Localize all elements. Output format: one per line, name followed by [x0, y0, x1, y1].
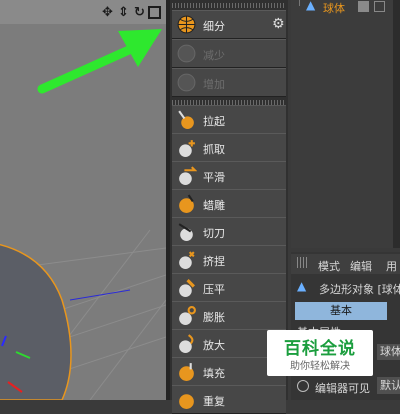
sphere-object: [0, 243, 72, 400]
tool-inflate[interactable]: 膨胀: [172, 301, 286, 330]
smooth-icon: [179, 166, 197, 185]
object-manager: ▲ 球体: [291, 0, 400, 248]
tool-label: 增加: [203, 78, 225, 91]
tool-label: 拉起: [203, 115, 225, 128]
attribute-title-row: ▲ 多边形对象 [球体: [291, 277, 400, 297]
tool-label: 蜡雕: [203, 199, 225, 212]
name-field[interactable]: 球体: [377, 344, 400, 360]
tool-label: 细分: [203, 20, 225, 33]
tool-label: 平滑: [203, 171, 225, 184]
menu-mode[interactable]: 模式: [318, 258, 340, 274]
tool-wax[interactable]: 蜡雕: [172, 189, 286, 218]
visibility-toggle[interactable]: [358, 1, 369, 12]
tool-smooth[interactable]: 平滑: [172, 161, 286, 190]
tool-label: 放大: [203, 339, 225, 352]
editor-visible-dropdown[interactable]: 默认: [377, 377, 400, 394]
menu-edit[interactable]: 编辑: [350, 258, 372, 274]
fill-icon: [179, 363, 194, 381]
knife-icon: [178, 223, 193, 241]
subdivide-icon: [177, 15, 196, 34]
tool-label: 抓取: [203, 143, 225, 156]
tool-increase[interactable]: 增加: [172, 68, 286, 97]
panel-grip[interactable]: [172, 3, 286, 8]
tool-flatten[interactable]: 压平: [172, 273, 286, 302]
tool-label: 填充: [203, 367, 225, 380]
tag-icon[interactable]: [374, 1, 385, 12]
grip-icon[interactable]: [297, 257, 308, 268]
watermark-title: 百科全说: [284, 339, 356, 359]
tool-grab[interactable]: 抓取: [172, 133, 286, 162]
attribute-menubar: 模式 编辑 用: [291, 254, 400, 274]
editor-visible-radio[interactable]: [297, 380, 309, 392]
object-name: 球体: [323, 2, 345, 15]
sphere-object-icon: ▲: [306, 0, 316, 12]
amplify-icon: [179, 334, 194, 353]
z-axis-line: [69, 289, 131, 301]
polygon-object-icon: ▲: [297, 279, 307, 293]
tree-line: [299, 0, 300, 6]
green-arrow-annotation: [37, 29, 162, 94]
object-scrollbar[interactable]: [393, 0, 400, 248]
wax-icon: [179, 194, 194, 213]
3d-viewport[interactable]: ✥ ⇕ ↻: [0, 0, 166, 400]
tool-label: 压平: [203, 283, 225, 296]
menu-user[interactable]: 用: [386, 258, 397, 274]
editor-visible-label: 编辑器可见: [315, 382, 370, 395]
pinch-icon: [179, 251, 195, 269]
increase-icon: [177, 73, 196, 92]
tool-label: 重复: [203, 395, 225, 408]
tool-label: 挤捏: [203, 255, 225, 268]
flatten-icon: [179, 279, 195, 297]
grab-icon: [179, 140, 195, 157]
tool-pinch[interactable]: 挤捏: [172, 245, 286, 274]
attribute-manager: 模式 编辑 用 ▲ 多边形对象 [球体 基本 基本属性 球体 编辑器可见 默认: [291, 252, 400, 400]
watermark-logo: 百科全说 助你轻松解决: [267, 330, 373, 376]
tool-reduce[interactable]: 减少: [172, 39, 286, 68]
inflate-icon: [179, 306, 196, 325]
pull-icon: [178, 110, 194, 129]
tool-label: 切刀: [203, 227, 225, 240]
tool-subdivide[interactable]: 细分 ⚙: [172, 10, 286, 39]
object-row-sphere[interactable]: ▲ 球体: [306, 0, 400, 15]
tool-label: 膨胀: [203, 311, 225, 324]
gear-icon[interactable]: ⚙: [272, 16, 285, 32]
tab-basic[interactable]: 基本: [295, 302, 387, 320]
tool-pull[interactable]: 拉起: [172, 105, 286, 134]
watermark-subtitle: 助你轻松解决: [290, 361, 350, 372]
tool-label: 减少: [203, 49, 225, 62]
reduce-icon: [177, 44, 196, 63]
attribute-title: 多边形对象 [球体: [319, 283, 400, 296]
tool-knife[interactable]: 切刀: [172, 217, 286, 246]
